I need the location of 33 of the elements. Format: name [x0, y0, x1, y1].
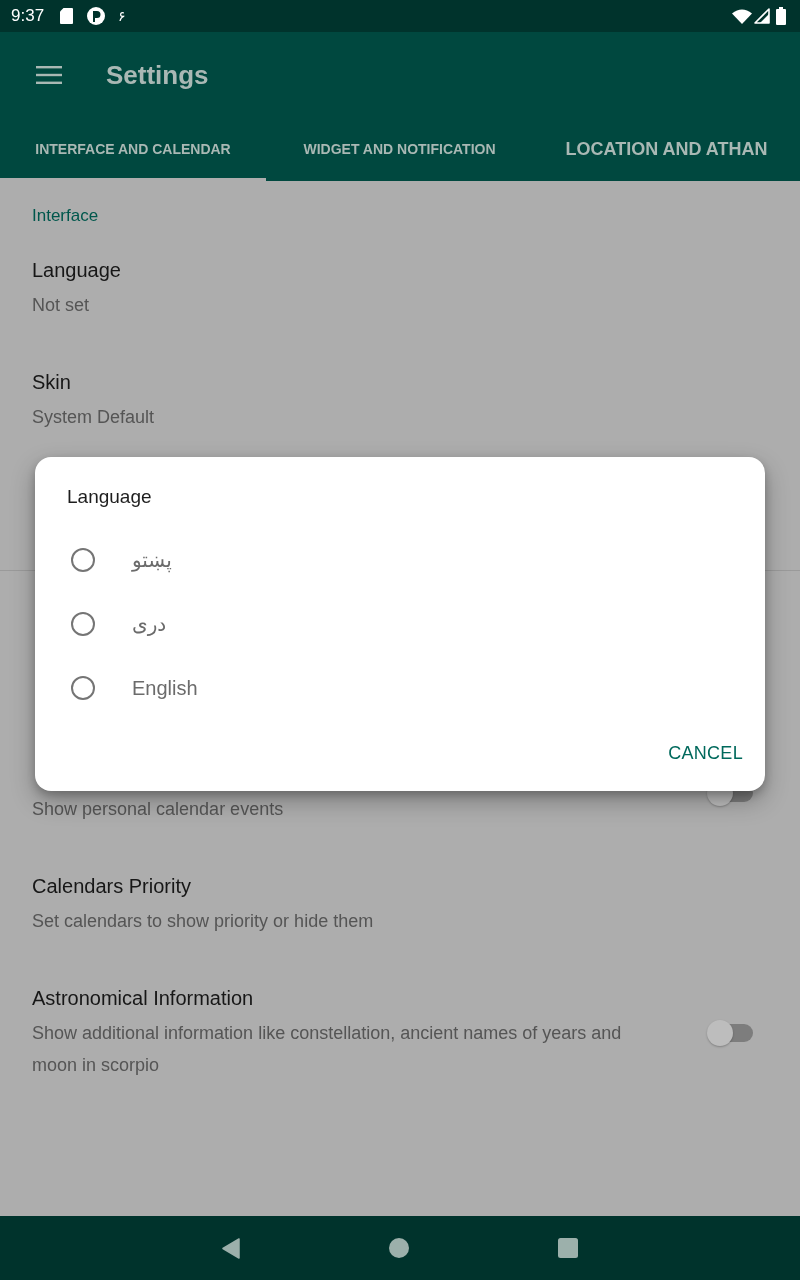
radio-label[interactable]: دری — [132, 610, 167, 638]
setting-title[interactable]: Skin — [32, 368, 719, 396]
radio-button[interactable] — [71, 676, 95, 700]
radio-button[interactable] — [71, 612, 95, 636]
setting-title[interactable]: Astronomical Information — [32, 984, 671, 1012]
radio-label[interactable]: پښتو — [132, 546, 172, 574]
signal-icon — [754, 8, 770, 24]
menu-icon[interactable] — [36, 65, 62, 84]
setting-title[interactable]: Calendars Priority — [32, 872, 719, 900]
app-title: Settings — [106, 58, 209, 91]
back-icon[interactable] — [222, 1237, 240, 1259]
tab[interactable]: WIDGET AND NOTIFICATION — [266, 117, 533, 181]
cancel-button[interactable]: CANCEL — [660, 733, 751, 773]
dialog-title: Language — [66, 485, 153, 509]
setting-summary: Show personal calendar events — [32, 798, 285, 821]
notification-glyph: ۶ — [118, 7, 126, 25]
wifi-icon — [732, 8, 752, 24]
home-icon[interactable] — [389, 1238, 409, 1258]
setting-title[interactable]: Language — [32, 256, 719, 284]
toggle-switch[interactable] — [707, 1019, 755, 1046]
tab[interactable]: INTERFACE AND CALENDAR — [0, 117, 266, 181]
radio-button[interactable] — [71, 548, 95, 572]
disc-icon — [87, 7, 106, 25]
battery-icon — [776, 7, 786, 25]
setting-summary: Show additional information like constellation, ancient names of years and moon in scorpio — [32, 1022, 623, 1077]
radio-label[interactable]: English — [132, 674, 198, 702]
status-time: 9:37 — [11, 6, 45, 26]
setting-summary: System Default — [32, 406, 156, 429]
tab[interactable]: LOCATION AND ATHAN — [533, 117, 800, 181]
setting-summary: Set calendars to show priority or hide them — [32, 910, 375, 933]
sd-card-icon — [60, 8, 74, 24]
setting-summary: Not set — [32, 294, 91, 317]
section-header: Interface — [31, 205, 100, 227]
